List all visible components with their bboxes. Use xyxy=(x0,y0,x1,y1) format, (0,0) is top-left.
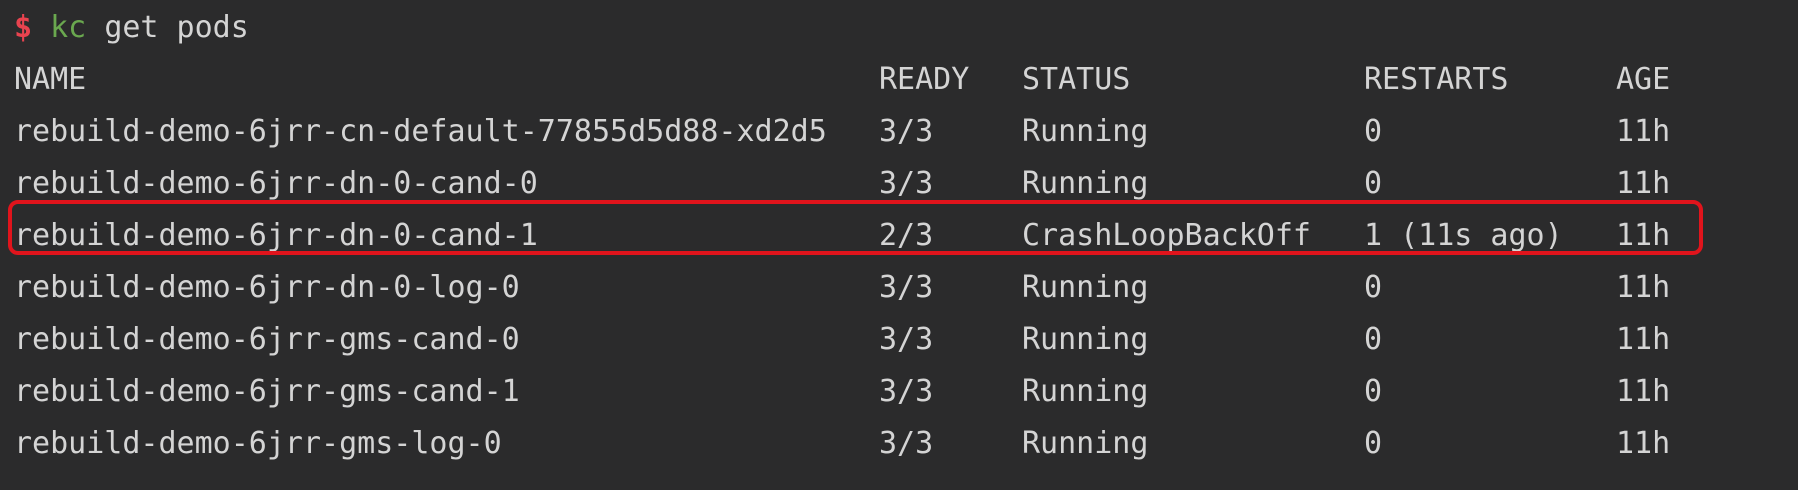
pod-restarts: 0 xyxy=(1364,114,1383,149)
pod-status: Running xyxy=(1022,374,1149,409)
pod-restarts: 0 xyxy=(1364,426,1383,461)
pod-name: rebuild-demo-6jrr-cn-default-77855d5d88-… xyxy=(14,114,827,149)
table-row: rebuild-demo-6jrr-cn-default-77855d5d88-… xyxy=(0,106,1798,158)
pod-name: rebuild-demo-6jrr-gms-log-0 xyxy=(14,426,502,461)
header-restarts: RESTARTS xyxy=(1364,62,1509,97)
header-name: NAME xyxy=(14,62,87,97)
table-row: rebuild-demo-6jrr-gms-cand-1 3/3 Running… xyxy=(0,366,1798,418)
pod-status: Running xyxy=(1022,270,1149,305)
pod-ready: 3/3 xyxy=(879,322,934,357)
table-row: rebuild-demo-6jrr-dn-0-log-0 3/3 Running… xyxy=(0,262,1798,314)
pod-ready: 3/3 xyxy=(879,426,934,461)
pod-age: 11h xyxy=(1616,374,1671,409)
pod-restarts: 0 xyxy=(1364,322,1383,357)
header-status: STATUS xyxy=(1022,62,1131,97)
pod-status: Running xyxy=(1022,322,1149,357)
pod-age: 11h xyxy=(1616,426,1671,461)
table-row: rebuild-demo-6jrr-gms-cand-0 3/3 Running… xyxy=(0,314,1798,366)
pod-age: 11h xyxy=(1616,114,1671,149)
pod-ready: 3/3 xyxy=(879,114,934,149)
pod-name: rebuild-demo-6jrr-gms-cand-1 xyxy=(14,374,520,409)
pod-status: Running xyxy=(1022,114,1149,149)
crashloop-highlight-box xyxy=(8,200,1703,255)
table-header-row: NAME READY STATUS RESTARTS AGE xyxy=(0,54,1798,106)
pod-name: rebuild-demo-6jrr-dn-0-log-0 xyxy=(14,270,520,305)
terminal-window[interactable]: $ kc get pods NAME READY STATUS RESTARTS… xyxy=(0,0,1798,490)
pod-ready: 3/3 xyxy=(879,270,934,305)
table-row: rebuild-demo-6jrr-gms-log-0 3/3 Running … xyxy=(0,418,1798,470)
pod-status: Running xyxy=(1022,426,1149,461)
pod-age: 11h xyxy=(1616,270,1671,305)
header-age: AGE xyxy=(1616,62,1671,97)
pod-restarts: 0 xyxy=(1364,270,1383,305)
pod-name: rebuild-demo-6jrr-gms-cand-0 xyxy=(14,322,520,357)
header-ready: READY xyxy=(879,62,970,97)
pod-restarts: 0 xyxy=(1364,374,1383,409)
pod-age: 11h xyxy=(1616,322,1671,357)
pod-ready: 3/3 xyxy=(879,374,934,409)
